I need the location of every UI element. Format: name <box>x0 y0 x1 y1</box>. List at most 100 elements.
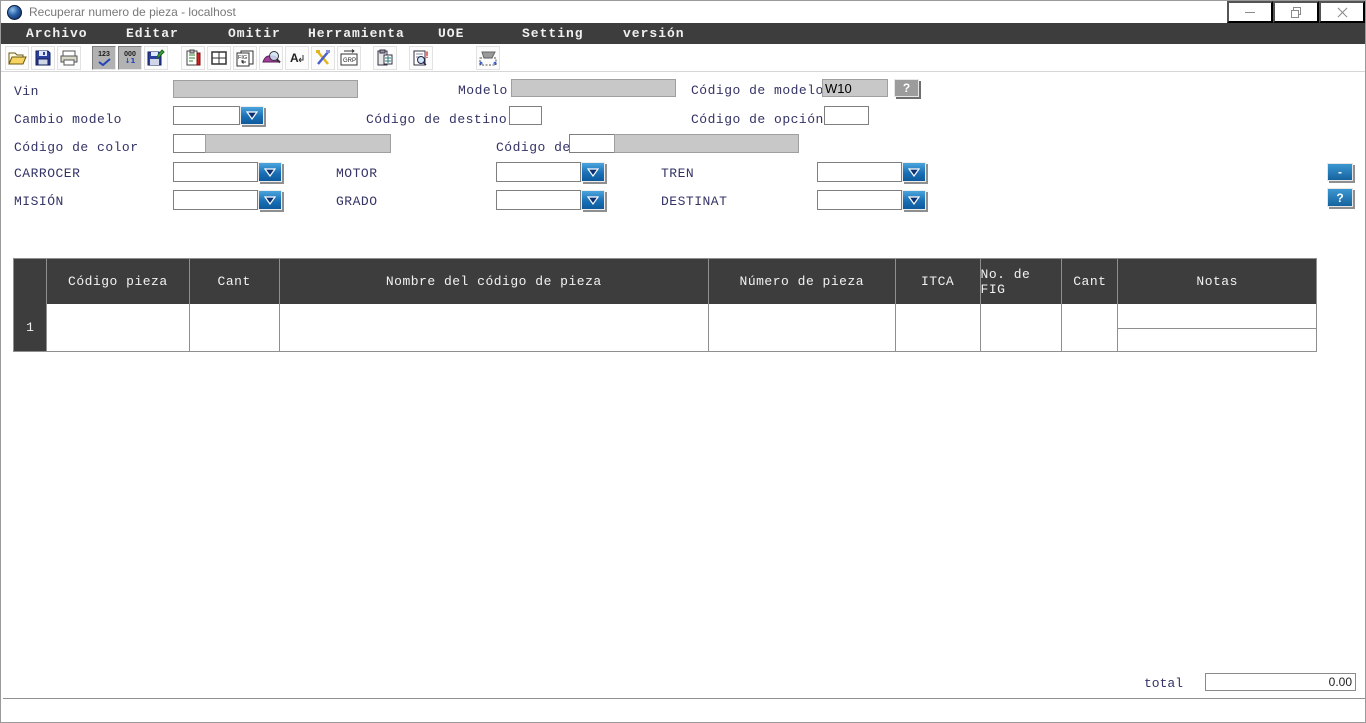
codigo-color-code-input[interactable] <box>173 134 206 153</box>
codigo-destino-label: Código de destino <box>366 112 507 127</box>
check-icon <box>98 58 111 66</box>
motor-input[interactable] <box>496 162 581 182</box>
numbers-123-label: 123 <box>98 51 110 58</box>
save-button[interactable] <box>31 46 55 70</box>
window-title: Recuperar numero de pieza - localhost <box>29 5 236 19</box>
grado-dropdown-button[interactable] <box>581 190 605 210</box>
print-button[interactable] <box>57 46 81 70</box>
total-label: total <box>1144 676 1183 691</box>
grid-view-button[interactable] <box>207 46 231 70</box>
carrocer-dropdown-button[interactable] <box>258 162 282 182</box>
close-button[interactable] <box>1319 1 1365 23</box>
menu-version[interactable]: versión <box>623 26 685 41</box>
cell-nombre[interactable] <box>280 304 709 351</box>
total-field <box>1205 673 1356 691</box>
row-number-cell[interactable]: 1 <box>14 304 47 351</box>
cell-notas-bottom[interactable] <box>1118 329 1316 351</box>
codigo-de-name-field <box>614 134 799 153</box>
renumber-button[interactable]: 000 ↓1 <box>118 46 142 70</box>
restore-button[interactable] <box>1273 1 1319 23</box>
menu-setting[interactable]: Setting <box>522 26 584 41</box>
tren-dropdown-button[interactable] <box>902 162 926 182</box>
header-cant-1: Cant <box>190 259 280 304</box>
save-edit-button[interactable] <box>144 46 168 70</box>
save-edit-icon <box>146 49 166 67</box>
search-vehicle-button[interactable] <box>259 46 283 70</box>
destinat-dropdown-button[interactable] <box>902 190 926 210</box>
header-notas: Notas <box>1118 259 1316 304</box>
codigo-modelo-field <box>822 79 888 97</box>
codigo-de-code-input[interactable] <box>569 134 615 153</box>
menu-omitir[interactable]: Omitir <box>228 26 281 41</box>
tools-button[interactable] <box>311 46 335 70</box>
menu-bar: Archivo Editar Omitir Herramienta UOE Se… <box>1 23 1365 44</box>
header-cant-2: Cant <box>1062 259 1118 304</box>
table-row: 1 <box>14 304 1316 351</box>
app-window: Recuperar numero de pieza - localhost Ar… <box>0 0 1366 723</box>
collapse-button[interactable]: - <box>1327 163 1353 181</box>
cambio-modelo-input[interactable] <box>173 106 240 125</box>
chevron-down-icon <box>587 196 599 205</box>
destinat-input[interactable] <box>817 190 902 210</box>
cell-notas-top[interactable] <box>1118 304 1316 329</box>
cell-itca[interactable] <box>896 304 981 351</box>
menu-archivo[interactable]: Archivo <box>26 26 88 41</box>
globe-icon <box>7 5 22 20</box>
destinat-label: DESTINAT <box>661 194 727 209</box>
cambio-modelo-dropdown-button[interactable] <box>240 106 264 125</box>
menu-herramienta[interactable]: Herramienta <box>308 26 405 41</box>
codigo-color-label: Código de color <box>14 140 139 155</box>
grado-input[interactable] <box>496 190 581 210</box>
group-button[interactable]: GRP <box>337 46 361 70</box>
clipboard-calc-button[interactable] <box>373 46 397 70</box>
window-controls <box>1227 1 1365 23</box>
cell-cant-2[interactable] <box>1062 304 1118 351</box>
header-nombre: Nombre del código de pieza <box>280 259 709 304</box>
help-button[interactable]: ? <box>1327 188 1353 207</box>
cell-no-de-fig[interactable] <box>981 304 1063 351</box>
chevron-down-icon <box>587 168 599 177</box>
table-header-row: Código pieza Cant Nombre del código de p… <box>14 259 1316 304</box>
motor-dropdown-button[interactable] <box>581 162 605 182</box>
selection-button[interactable] <box>476 46 500 70</box>
tren-input[interactable] <box>817 162 902 182</box>
chevron-down-icon <box>908 168 920 177</box>
search-vehicle-icon <box>261 49 281 67</box>
tren-label: TREN <box>661 166 694 181</box>
menu-uoe[interactable]: UOE <box>438 26 464 41</box>
modelo-label: Modelo <box>458 83 508 98</box>
minimize-button[interactable] <box>1227 1 1273 23</box>
mision-combobox <box>173 190 283 210</box>
header-itca: ITCA <box>896 259 981 304</box>
cell-numero-pieza[interactable] <box>709 304 896 351</box>
codigo-modelo-help-button[interactable]: ? <box>894 79 919 97</box>
group-icon: GRP <box>339 49 359 67</box>
codigo-opcion-input[interactable] <box>824 106 869 125</box>
svg-text:A: A <box>290 51 299 65</box>
mision-dropdown-button[interactable] <box>258 190 282 210</box>
carrocer-input[interactable] <box>173 162 258 182</box>
svg-text:GRP: GRP <box>343 58 356 64</box>
codigo-destino-input[interactable] <box>509 106 542 125</box>
open-button[interactable] <box>5 46 29 70</box>
fig-pages-button[interactable]: FIG <box>233 46 257 70</box>
header-numero-pieza: Número de pieza <box>709 259 896 304</box>
carrocer-combobox <box>173 162 283 182</box>
restore-icon <box>1291 7 1302 18</box>
open-folder-icon <box>7 49 27 67</box>
cell-cant-1[interactable] <box>190 304 280 351</box>
verify-numbers-button[interactable]: 123 <box>92 46 116 70</box>
save-icon <box>34 49 52 67</box>
grado-combobox <box>496 190 606 210</box>
cell-codigo-pieza[interactable] <box>47 304 190 351</box>
mision-input[interactable] <box>173 190 258 210</box>
clipboard-alert-icon <box>184 49 202 67</box>
modelo-field <box>511 79 676 97</box>
chevron-down-icon <box>246 111 258 120</box>
clipboard-alert-button[interactable] <box>181 46 205 70</box>
cell-notas <box>1118 304 1316 351</box>
text-insert-button[interactable]: A <box>285 46 309 70</box>
codigo-de-label: Código de <box>496 140 571 155</box>
menu-editar[interactable]: Editar <box>126 26 179 41</box>
doc-search-alert-button[interactable]: ! <box>409 46 433 70</box>
